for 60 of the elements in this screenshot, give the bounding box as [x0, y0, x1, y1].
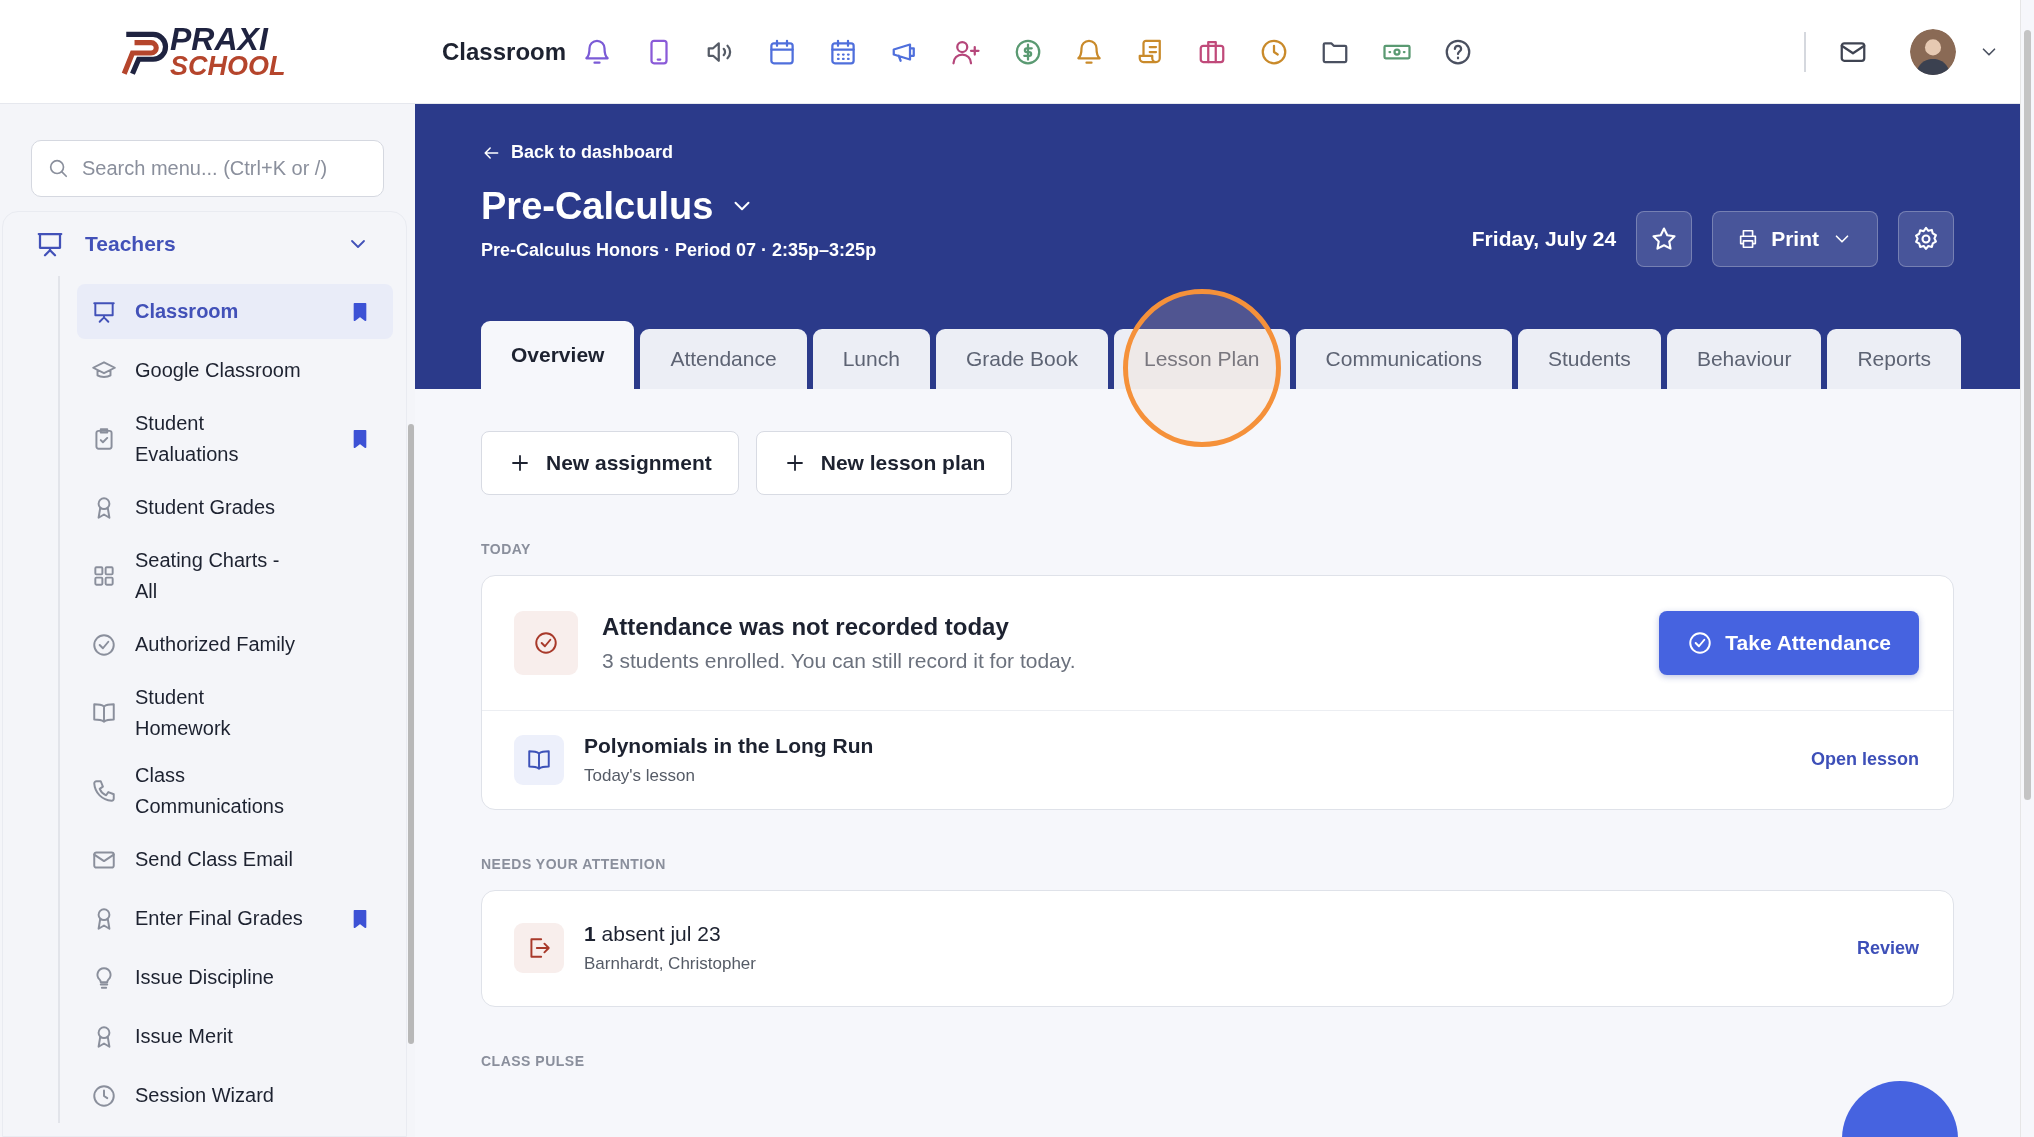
menu-item[interactable]: Authorized Family — [77, 617, 393, 672]
menu-item[interactable]: Student Grades — [77, 480, 393, 535]
search-icon — [47, 157, 69, 179]
check-circle-icon — [91, 631, 117, 658]
tab[interactable]: Reports — [1827, 328, 1961, 389]
card-text: Barnhardt, Christopher — [584, 954, 757, 974]
menu-item[interactable]: Enter Final Grades — [77, 891, 393, 946]
tab[interactable]: Students — [1517, 328, 1661, 389]
tab[interactable]: Grade Book — [935, 328, 1108, 389]
grid-icon — [91, 563, 117, 589]
back-link[interactable]: Back to dashboard — [481, 142, 674, 163]
tab[interactable]: Behaviour — [1666, 328, 1822, 389]
menu-item[interactable]: Seating Charts - All — [77, 539, 393, 613]
menu-item[interactable]: Student Evaluations — [77, 402, 393, 476]
scrollbar[interactable] — [2020, 0, 2034, 1137]
new-button[interactable]: New lesson plan — [755, 430, 1013, 495]
check-circle-icon — [533, 629, 559, 656]
menu-group-header[interactable]: Teachers — [3, 212, 406, 276]
logo-text: SCHOOL — [170, 53, 286, 79]
logo-text: PRAXI — [170, 24, 269, 54]
favorite-button[interactable] — [1636, 210, 1693, 267]
link[interactable]: Review — [1856, 937, 1919, 959]
tab[interactable]: Attendance — [640, 328, 807, 389]
avatar[interactable] — [1910, 28, 1956, 75]
settings-icon — [1912, 224, 1940, 253]
menu-item[interactable]: Send Class Email — [77, 832, 393, 887]
card-title: Attendance was not recorded today — [602, 612, 1010, 641]
print-button[interactable]: Print — [1712, 210, 1878, 267]
menu-item[interactable]: Google Classroom — [77, 343, 393, 398]
phone-icon — [91, 778, 117, 804]
page-title: Classroom — [442, 37, 567, 66]
section-heading: NEEDS YOUR ATTENTION — [481, 855, 667, 872]
link[interactable]: Open lesson — [1810, 749, 1919, 770]
check-circle-icon — [1687, 629, 1714, 656]
take-attendance-button[interactable]: Take Attendance — [1659, 610, 1919, 675]
scrollbar[interactable] — [408, 424, 414, 1044]
menu-item[interactable]: Issue Discipline — [77, 950, 393, 1005]
settings-button[interactable] — [1898, 210, 1954, 267]
section-heading: TODAY — [481, 540, 532, 557]
logo[interactable]: PRAXI SCHOOL — [118, 19, 298, 84]
tab[interactable]: Communications — [1295, 328, 1512, 389]
course-details: Pre-Calculus Honors · Period 07 · 2:35p–3:25p — [481, 239, 878, 261]
section-heading: CLASS PULSE — [481, 1052, 586, 1069]
card-title: 1 absent jul 23 — [584, 922, 722, 946]
course-dropdown[interactable]: Pre-Calculus — [481, 184, 756, 228]
new-button[interactable]: New assignment — [481, 430, 739, 495]
card-title: Polynomials in the Long Run — [584, 733, 875, 758]
clock-icon — [91, 1082, 117, 1109]
tab[interactable]: Overview — [481, 320, 635, 389]
menu-item[interactable]: Session Wizard — [77, 1068, 393, 1123]
card-text: Today's lesson — [584, 765, 696, 786]
menu-item[interactable]: Classroom — [77, 284, 393, 339]
date-label: Friday, July 24 — [1471, 226, 1617, 251]
tab[interactable]: Lunch — [812, 328, 930, 389]
menu-item[interactable]: Student Homework — [77, 676, 393, 750]
menu-item[interactable]: Class Communications — [77, 754, 393, 828]
tab[interactable]: Lesson Plan — [1113, 328, 1290, 389]
menu-item[interactable]: Issue Merit — [77, 1009, 393, 1064]
search-field[interactable]: Search menu... (Ctrl+K or /) — [31, 140, 384, 197]
card-text: 3 students enrolled. You can still record it for today. — [602, 648, 1077, 673]
